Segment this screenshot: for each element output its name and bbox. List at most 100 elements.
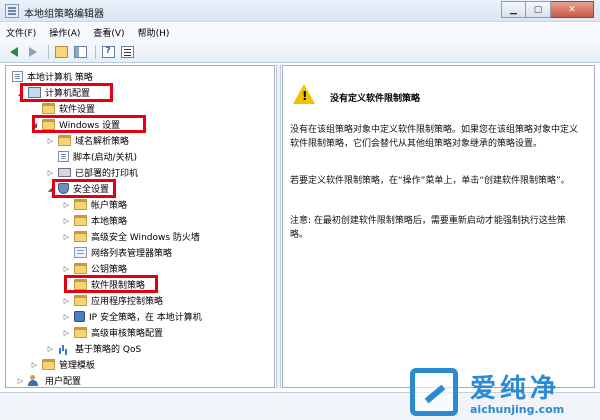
tree-node-root[interactable]: 本地计算机 策略 [12,69,93,84]
tree-node-user-config[interactable]: ▷ 用户配置 [16,373,82,387]
folder-icon [74,295,87,306]
folder-icon [74,215,87,226]
back-button[interactable] [6,44,22,60]
qos-chart-icon [58,343,71,354]
tree-node-public-key[interactable]: ▷ 公钥策略 [62,261,127,276]
tree-node-label: 基于策略的 QoS [75,345,142,355]
minimize-button[interactable]: ▁ [501,1,526,18]
folder-icon [74,327,87,338]
policy-tree: 本地计算机 策略 ◢ 计算机配置 软件设置 ◢ Windows 设置 ▷ 域名解… [5,65,275,388]
back-arrow-icon [10,46,18,57]
tree-node-label: 网络列表管理器策略 [91,249,173,259]
show-hide-tree-icon [73,45,87,58]
tree-node-qos[interactable]: ▷ 基于策略的 QoS [46,341,141,356]
properties-button[interactable] [119,44,135,60]
folder-icon [74,231,87,242]
expand-triangle-icon[interactable]: ▷ [16,376,25,385]
highlight-box-computer-config [20,83,113,102]
user-icon [28,375,41,386]
tree-node-label: 公钥策略 [91,265,128,275]
tree-node-label: 用户配置 [45,377,82,387]
toolbar [0,41,600,63]
detail-pane: 没有定义软件限制策略 没有在该组策略对象中定义软件限制策略。如果您在该组策略对象… [282,65,595,388]
tree-node-network-list[interactable]: 网络列表管理器策略 [74,245,172,260]
watermark-brand: 爱纯净 [470,374,561,404]
help-icon [101,45,115,58]
help-button[interactable] [100,44,116,60]
tree-node-label: IP 安全策略，在 本地计算机 [89,313,202,323]
pane-splitter[interactable] [276,65,281,388]
menu-file[interactable]: 文件(F) [6,26,36,39]
close-button[interactable]: ✕ [551,1,594,18]
highlight-box-windows-settings [32,115,146,133]
expand-triangle-icon[interactable]: ▷ [46,344,55,353]
expand-triangle-icon[interactable]: ▷ [46,168,55,177]
warning-icon [293,84,315,104]
up-folder-icon [54,45,68,58]
tree-node-label: 脚本(启动/关机) [73,153,138,163]
tree-node-label: 帐户策略 [91,201,128,211]
tree-node-label: 高级审核策略配置 [91,329,164,339]
folder-icon [74,199,87,210]
forward-arrow-icon [29,46,37,57]
script-document-icon [58,151,69,162]
highlight-box-security-settings [52,179,116,198]
expand-triangle-icon[interactable]: ▷ [62,296,71,305]
tree-node-audit[interactable]: ▷ 高级审核策略配置 [62,325,163,340]
detail-heading: 没有定义软件限制策略 [330,94,421,104]
expand-triangle-icon[interactable]: ▷ [62,312,71,321]
folder-icon [42,359,55,370]
tree-node-firewall[interactable]: ▷ 高级安全 Windows 防火墙 [62,229,200,244]
tree-node-applocker[interactable]: ▷ 应用程序控制策略 [62,293,163,308]
expand-triangle-icon[interactable]: ▷ [62,216,71,225]
expand-triangle-icon[interactable]: ▷ [62,264,71,273]
detail-paragraph-3: 注意: 在最初创建软件限制策略后，需要重新启动才能强制执行这些策略。 [290,216,566,240]
toolbar-separator [95,44,96,59]
expand-triangle-icon[interactable]: ▷ [46,136,55,145]
tree-node-local-policies[interactable]: ▷ 本地策略 [62,213,127,228]
show-hide-tree-button[interactable] [72,44,88,60]
expand-triangle-icon[interactable]: ▷ [62,200,71,209]
properties-icon [120,45,134,58]
tree-node-account-policies[interactable]: ▷ 帐户策略 [62,197,127,212]
expand-triangle-icon[interactable]: ▷ [62,328,71,337]
tree-node-label: 软件设置 [59,105,96,115]
up-one-level-button[interactable] [53,44,69,60]
tree-node-name-resolution[interactable]: ▷ 域名解析策略 [46,133,129,148]
policy-editor-app-icon [5,4,19,18]
window-title: 本地组策略编辑器 [24,9,104,20]
tree-node-label: 本地策略 [91,217,128,227]
forward-button[interactable] [25,44,41,60]
toolbar-separator [48,44,49,59]
folder-icon [42,103,55,114]
window-controls: ▁ ▢ ✕ [501,1,594,19]
title-bar: 本地组策略编辑器 ▁ ▢ ✕ [0,0,600,22]
tree-node-software-settings[interactable]: 软件设置 [42,101,95,116]
expand-triangle-icon[interactable]: ▷ [62,232,71,241]
folder-icon [74,263,87,274]
expand-triangle-icon[interactable]: ▷ [30,360,39,369]
network-list-icon [74,247,87,258]
tree-node-label: 管理模板 [59,361,96,371]
tree-node-label: 域名解析策略 [75,137,130,147]
menu-action[interactable]: 操作(A) [49,26,80,39]
watermark: 爱纯净 aichunjing.com [410,368,600,420]
tree-node-scripts[interactable]: 脚本(启动/关机) [58,149,137,164]
watermark-logo-icon [410,368,458,416]
policy-document-icon [12,71,23,82]
printer-icon [58,168,71,177]
menu-view[interactable]: 查看(V) [93,26,124,39]
menu-bar: 文件(F) 操作(A) 查看(V) 帮助(H) [0,23,600,41]
tree-node-admin-templates[interactable]: ▷ 管理模板 [30,357,95,372]
maximize-button[interactable]: ▢ [526,1,551,18]
menu-help[interactable]: 帮助(H) [138,26,170,39]
detail-paragraph-2: 若要定义软件限制策略，在“操作”菜单上，单击“创建软件限制策略”。 [290,176,570,186]
tree-node-label: 已部署的打印机 [75,169,139,179]
tree-node-ipsec[interactable]: ▷ IP 安全策略，在 本地计算机 [62,309,202,324]
watermark-url: aichunjing.com [470,403,565,416]
tree-node-deployed-printers[interactable]: ▷ 已部署的打印机 [46,165,138,180]
ipsec-icon [74,311,85,322]
folder-icon [58,135,71,146]
highlight-box-software-restriction [64,275,158,293]
detail-paragraph-1: 没有在该组策略对象中定义软件限制策略。如果您在该组策略对象中定义软件限制策略，它… [290,125,579,149]
